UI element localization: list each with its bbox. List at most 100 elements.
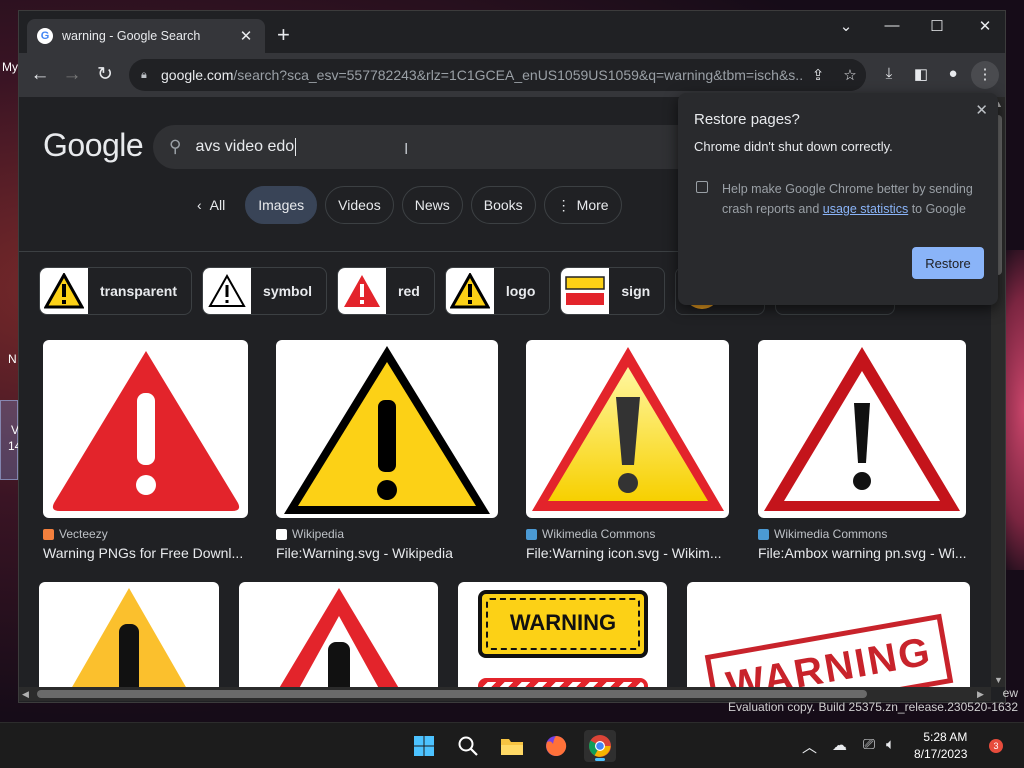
url-text: google.com/search?sca_esv=557782243&rlz=… xyxy=(161,67,807,83)
start-button[interactable] xyxy=(408,730,440,762)
tab-google-search[interactable]: G warning - Google Search ✕ xyxy=(27,19,265,53)
forward-arrow-icon[interactable]: → xyxy=(60,63,84,87)
lock-icon[interactable]: 🔒︎ xyxy=(141,69,155,82)
refine-chip-sign[interactable]: sign xyxy=(560,267,666,315)
mouse-ibeam-cursor-icon: I xyxy=(404,141,409,158)
tab-books[interactable]: Books xyxy=(470,186,536,224)
back-arrow-icon[interactable]: ← xyxy=(28,63,52,87)
firefox-button[interactable] xyxy=(540,730,572,762)
refine-chip-logo[interactable]: logo xyxy=(444,267,551,315)
taskbar-search-button[interactable] xyxy=(452,730,484,762)
refine-chip-label: symbol xyxy=(263,283,313,299)
tab-strip: G warning - Google Search ✕ + ⌄ — ☐ ✕ xyxy=(19,11,1005,53)
result-image-yellow-warning[interactable] xyxy=(276,340,498,518)
result-image-warning-stamp[interactable]: WARNING xyxy=(687,582,970,687)
omnibox-actions: ⇪ ☆ xyxy=(802,59,866,91)
warning-banner-text: WARNING xyxy=(509,610,617,635)
volume-icon[interactable]: 🔈︎ xyxy=(886,736,895,753)
wikimedia-favicon-icon xyxy=(758,528,769,540)
clock-time: 5:28 AM xyxy=(923,730,968,744)
notification-badge[interactable]: 3 xyxy=(989,739,1003,753)
refine-chip-label: sign xyxy=(621,283,651,299)
vecteezy-favicon-icon xyxy=(43,528,54,540)
warning-banner: WARNING xyxy=(478,590,648,658)
dialog-title: Restore pages? xyxy=(694,111,800,128)
chrome-menu-icon[interactable]: ⋮ xyxy=(971,61,999,89)
tab-more[interactable]: ⋮ More xyxy=(543,186,622,224)
warning-sign-thumbnail xyxy=(338,268,387,314)
refine-chip-label: logo xyxy=(505,283,536,299)
tab-all[interactable]: ‹ All xyxy=(185,186,237,224)
result-source[interactable]: Vecteezy xyxy=(43,527,108,541)
search-icon xyxy=(458,736,478,756)
warning-sign-thumbnail xyxy=(203,268,252,314)
network-icon[interactable]: ⎚ xyxy=(863,736,875,753)
warning-sign-thumbnail xyxy=(40,268,88,314)
bookmark-star-icon[interactable]: ☆ xyxy=(834,66,866,84)
scroll-left-arrow-icon[interactable]: ◀ xyxy=(22,689,29,700)
result-image-ambox-warning[interactable] xyxy=(758,340,966,518)
maximize-icon[interactable]: ☐ xyxy=(922,17,952,35)
share-icon[interactable]: ⇪ xyxy=(802,66,834,84)
profile-icon[interactable]: ● xyxy=(941,65,965,82)
cloud-offline-icon[interactable]: ☁ xyxy=(832,736,847,754)
scroll-down-arrow-icon[interactable]: ▼ xyxy=(994,675,1003,685)
horizontal-scrollbar[interactable]: ◀ ▶ xyxy=(19,687,991,701)
address-bar[interactable]: 🔒︎ google.com/search?sca_esv=557782243&r… xyxy=(129,59,866,91)
dialog-close-icon[interactable]: ✕ xyxy=(975,101,988,119)
crash-reports-checkbox[interactable] xyxy=(696,181,708,193)
desktop-icon-selected[interactable]: V 14 xyxy=(0,400,21,480)
restore-button[interactable]: Restore xyxy=(912,247,984,279)
firefox-icon xyxy=(546,735,567,756)
folder-icon xyxy=(501,739,523,755)
result-image-red-outline-warning[interactable] xyxy=(239,582,438,687)
scroll-right-arrow-icon[interactable]: ▶ xyxy=(977,689,984,700)
refine-chip-transparent[interactable]: transparent xyxy=(39,267,193,315)
desktop-label: My xyxy=(2,60,18,74)
red-stripe-banner xyxy=(478,678,648,687)
search-input[interactable]: ⚲ avs video edo xyxy=(153,125,713,169)
tray-chevron-up-icon[interactable]: ︿ xyxy=(802,736,817,757)
result-source[interactable]: Wikimedia Commons xyxy=(526,527,655,541)
result-caption[interactable]: File:Warning icon.svg - Wikim... xyxy=(526,545,736,561)
system-clock[interactable]: 5:28 AM 8/17/2023 xyxy=(914,729,967,763)
result-image-yellow-warning-2[interactable] xyxy=(39,582,219,687)
google-logo[interactable]: Google xyxy=(43,127,144,164)
tab-news[interactable]: News xyxy=(401,186,463,224)
chrome-window: G warning - Google Search ✕ + ⌄ — ☐ ✕ ← … xyxy=(18,10,1006,703)
chevron-left-icon: ‹ xyxy=(197,197,202,213)
new-tab-button[interactable]: + xyxy=(277,24,290,46)
usage-statistics-link[interactable]: usage statistics xyxy=(823,202,908,216)
result-caption[interactable]: File:Warning.svg - Wikipedia xyxy=(276,545,498,561)
evaluation-watermark: Evaluation copy. Build 25375.zn_release.… xyxy=(728,700,1018,714)
warning-banner-thumbnail xyxy=(561,268,610,314)
result-image-red-warning[interactable] xyxy=(43,340,248,518)
tab-search-chevron-down-icon[interactable]: ⌄ xyxy=(831,17,861,35)
result-source[interactable]: Wikipedia xyxy=(276,527,344,541)
tab-images[interactable]: Images xyxy=(245,186,318,224)
refine-chip-symbol[interactable]: symbol xyxy=(202,267,328,315)
result-caption[interactable]: Warning PNGs for Free Downl... xyxy=(43,545,253,561)
windows-logo-icon xyxy=(414,736,434,756)
warning-stamp: WARNING xyxy=(704,613,954,687)
minimize-icon[interactable]: — xyxy=(877,17,907,34)
search-query: avs video edo xyxy=(195,137,297,156)
dialog-message: Chrome didn't shut down correctly. xyxy=(694,139,893,154)
download-icon[interactable]: ⤓ xyxy=(877,65,901,82)
result-image-gradient-warning[interactable] xyxy=(526,340,729,518)
result-caption[interactable]: File:Ambox warning pn.svg - Wi... xyxy=(758,545,973,561)
text-cursor xyxy=(295,137,297,156)
side-panel-icon[interactable]: ◧ xyxy=(909,65,933,83)
tab-videos[interactable]: Videos xyxy=(325,186,394,224)
refine-chip-red[interactable]: red xyxy=(337,267,435,315)
file-explorer-button[interactable] xyxy=(496,730,528,762)
horizontal-scroll-thumb[interactable] xyxy=(37,690,867,698)
chrome-taskbar-button[interactable] xyxy=(584,730,616,762)
reload-icon[interactable]: ↻ xyxy=(93,63,117,87)
desktop-label: N xyxy=(8,352,17,366)
result-image-warning-banner[interactable]: WARNING xyxy=(458,582,667,687)
tab-close-icon[interactable]: ✕ xyxy=(237,27,255,45)
watermark-fragment: ew xyxy=(1002,686,1018,700)
result-source[interactable]: Wikimedia Commons xyxy=(758,527,887,541)
close-window-icon[interactable]: ✕ xyxy=(970,17,1000,35)
